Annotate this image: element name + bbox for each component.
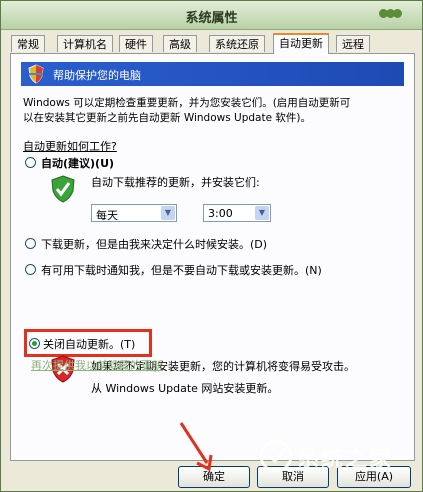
radio-download[interactable]: [25, 238, 36, 249]
chevron-down-icon: ▼: [161, 206, 175, 220]
option-automatic-label[interactable]: 自动(建议)(U): [41, 155, 114, 171]
tab-system-restore[interactable]: 系统还原: [209, 35, 265, 52]
tab-automatic-updates[interactable]: 自动更新: [273, 33, 329, 54]
protect-banner: 帮助保护您的电脑: [21, 62, 404, 86]
red-arrow-icon: [179, 422, 213, 472]
watermark-logo-icon: [259, 439, 293, 473]
how-updates-work-link[interactable]: 自动更新如何工作?: [23, 138, 117, 154]
windows-update-site-text: 从 Windows Update 网站安装更新。: [91, 382, 279, 395]
banner-title: 帮助保护您的电脑: [53, 69, 141, 82]
clover-icon: [379, 8, 415, 22]
title-bar: 系统属性: [1, 1, 422, 30]
offer-hidden-updates-link[interactable]: 再次提供我以前隐藏的更新: [31, 357, 163, 373]
description-line-1: Windows 可以定期检查重要更新，并为您安装它们。(启用自动更新可: [23, 97, 351, 109]
tab-general[interactable]: 常规: [11, 35, 45, 52]
highlight-box: [24, 329, 152, 357]
option-notify-label[interactable]: 有可用下载时通知我，但是不要自动下载或安装更新。(N): [41, 262, 322, 278]
tab-computer-name[interactable]: 计算机名: [57, 35, 113, 52]
radio-automatic[interactable]: [25, 157, 36, 168]
day-select[interactable]: 每天 ▼: [91, 204, 177, 222]
automatic-updates-panel: 帮助保护您的电脑 Windows 可以定期检查重要更新，并为您安装它们。(启用自…: [10, 53, 415, 461]
tab-remote[interactable]: 远程: [336, 35, 370, 52]
tab-hardware[interactable]: 硬件: [119, 35, 153, 52]
description-text: Windows 可以定期检查重要更新，并为您安装它们。(启用自动更新可 以在安装…: [23, 96, 407, 126]
option-automatic-description: 自动下载推荐的更新，并安装它们:: [91, 176, 260, 189]
radio-notify[interactable]: [25, 264, 36, 275]
day-select-value: 每天: [96, 209, 118, 222]
site-watermark: 系统之家: [259, 433, 421, 481]
description-line-2: 以在安装其它更新之前先自动更新 Windows Update 软件)。: [23, 112, 312, 124]
chevron-down-icon: ▼: [255, 206, 269, 220]
green-shield-icon: [51, 175, 75, 203]
time-select-value: 3:00: [208, 207, 233, 220]
option-download-label[interactable]: 下载更新，但是由我来决定什么时候安装。(D): [41, 236, 267, 252]
tab-advanced[interactable]: 高级: [163, 35, 197, 52]
time-select[interactable]: 3:00 ▼: [203, 204, 271, 222]
window-title: 系统属性: [185, 11, 238, 26]
system-properties-window: 系统属性 常规 计算机名 硬件 高级 系统还原 自动更新 远程 帮助保护您的电脑…: [0, 0, 423, 492]
security-shield-icon: [28, 64, 44, 84]
watermark-text: 系统之家: [297, 447, 394, 472]
